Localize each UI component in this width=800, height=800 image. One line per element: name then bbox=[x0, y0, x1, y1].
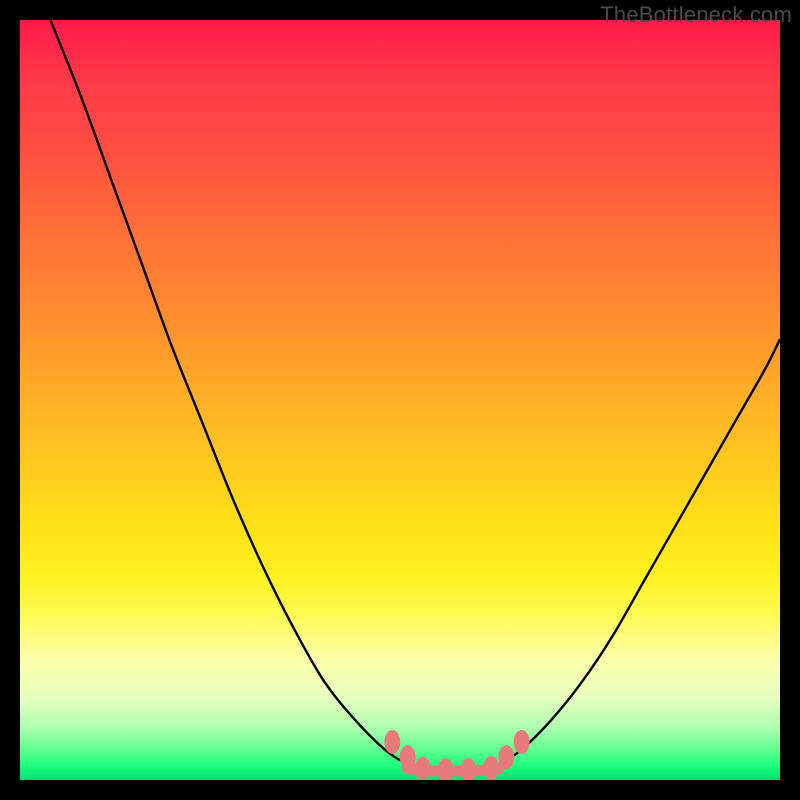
marker-left-lower bbox=[400, 745, 416, 769]
left-curve bbox=[50, 20, 407, 765]
marker-left-upper bbox=[384, 730, 400, 754]
marker-bottom-1 bbox=[415, 757, 431, 780]
right-curve bbox=[499, 339, 780, 765]
marker-bottom-3 bbox=[460, 758, 476, 780]
marker-bottom-4 bbox=[483, 756, 499, 780]
watermark-text: TheBottleneck.com bbox=[600, 2, 792, 28]
marker-right-upper bbox=[514, 730, 530, 754]
marker-bottom-2 bbox=[438, 758, 454, 780]
chart-svg bbox=[20, 20, 780, 780]
marker-right-lower bbox=[498, 745, 514, 769]
